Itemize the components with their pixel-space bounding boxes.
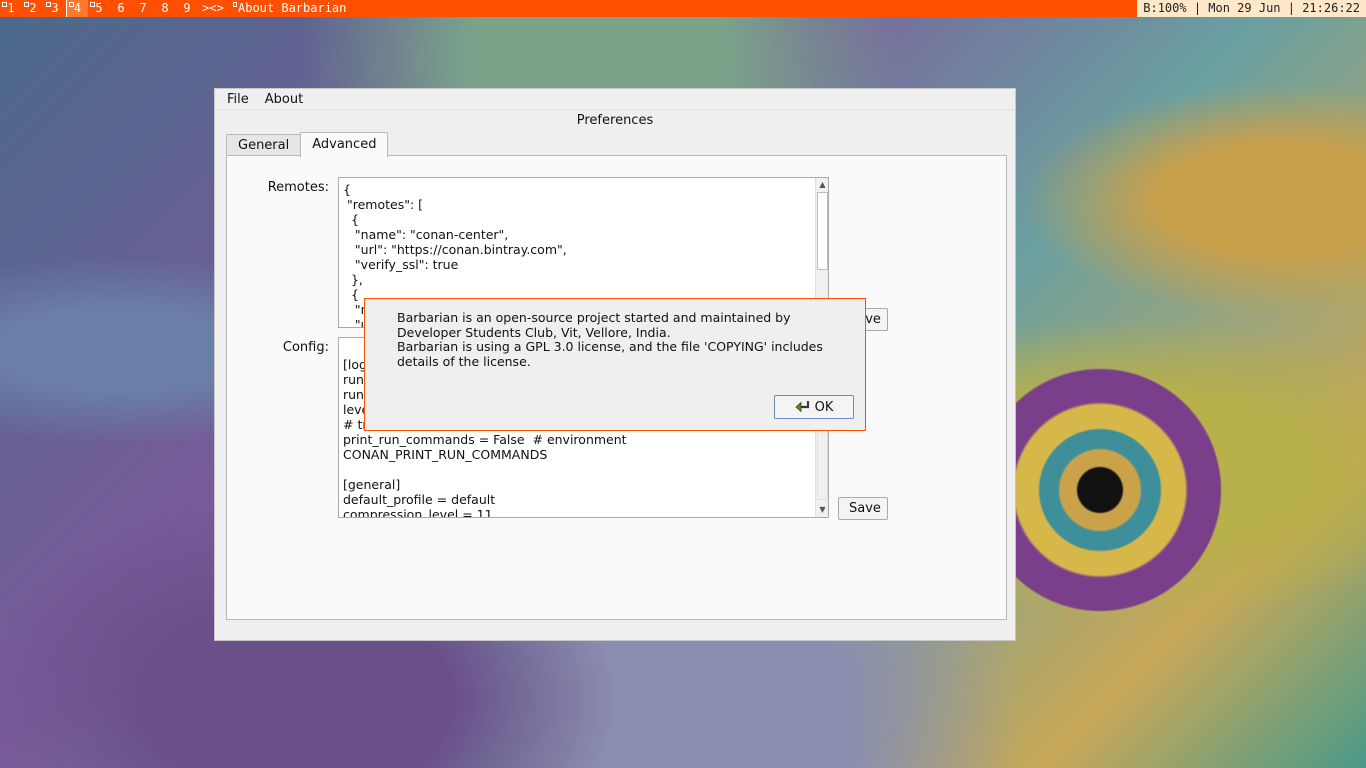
scrollbar-thumb[interactable] bbox=[817, 192, 828, 270]
workspace-1[interactable]: 1 bbox=[0, 0, 22, 17]
remotes-label: Remotes: bbox=[267, 180, 329, 195]
config-save-button[interactable]: Save bbox=[838, 497, 888, 520]
menu-about[interactable]: About bbox=[257, 89, 311, 110]
status-area: B:100% | Mon 29 Jun | 21:26:22 bbox=[1137, 0, 1366, 17]
dialog-message-line-1: Barbarian is an open-source project star… bbox=[397, 310, 791, 340]
tab-bar: General Advanced bbox=[226, 132, 389, 157]
tab-advanced[interactable]: Advanced bbox=[300, 132, 389, 157]
dialog-message: Barbarian is an open-source project star… bbox=[397, 310, 857, 369]
layout-indicator[interactable]: ><> bbox=[198, 0, 228, 17]
dialog-message-line-2: Barbarian is using a GPL 3.0 license, an… bbox=[397, 339, 823, 369]
workspace-5[interactable]: 5 bbox=[88, 0, 110, 17]
workspace-9[interactable]: 9 bbox=[176, 0, 198, 17]
workspace-7[interactable]: 7 bbox=[132, 0, 154, 17]
tab-general[interactable]: General bbox=[226, 134, 302, 156]
scroll-up-icon[interactable]: ▲ bbox=[818, 179, 827, 191]
window-title: Preferences bbox=[576, 113, 654, 128]
workspace-3[interactable]: 3 bbox=[44, 0, 66, 17]
ok-button[interactable]: OK bbox=[774, 395, 854, 419]
workspace-2[interactable]: 2 bbox=[22, 0, 44, 17]
workspace-list: 123456789 bbox=[0, 0, 198, 17]
workspace-6[interactable]: 6 bbox=[110, 0, 132, 17]
menu-file[interactable]: File bbox=[219, 89, 257, 110]
workspace-8[interactable]: 8 bbox=[154, 0, 176, 17]
check-arrow-icon bbox=[795, 399, 811, 415]
config-label: Config: bbox=[282, 340, 329, 355]
scroll-down-icon[interactable]: ▼ bbox=[818, 504, 827, 516]
workspace-4[interactable]: 4 bbox=[66, 0, 88, 17]
top-bar: 123456789 ><> About Barbarian B:100% | M… bbox=[0, 0, 1366, 17]
menu-bar: File About bbox=[215, 89, 1015, 110]
ok-label: OK bbox=[814, 399, 834, 415]
about-dialog: Barbarian is an open-source project star… bbox=[364, 298, 866, 431]
focused-window-title: About Barbarian bbox=[232, 0, 352, 17]
